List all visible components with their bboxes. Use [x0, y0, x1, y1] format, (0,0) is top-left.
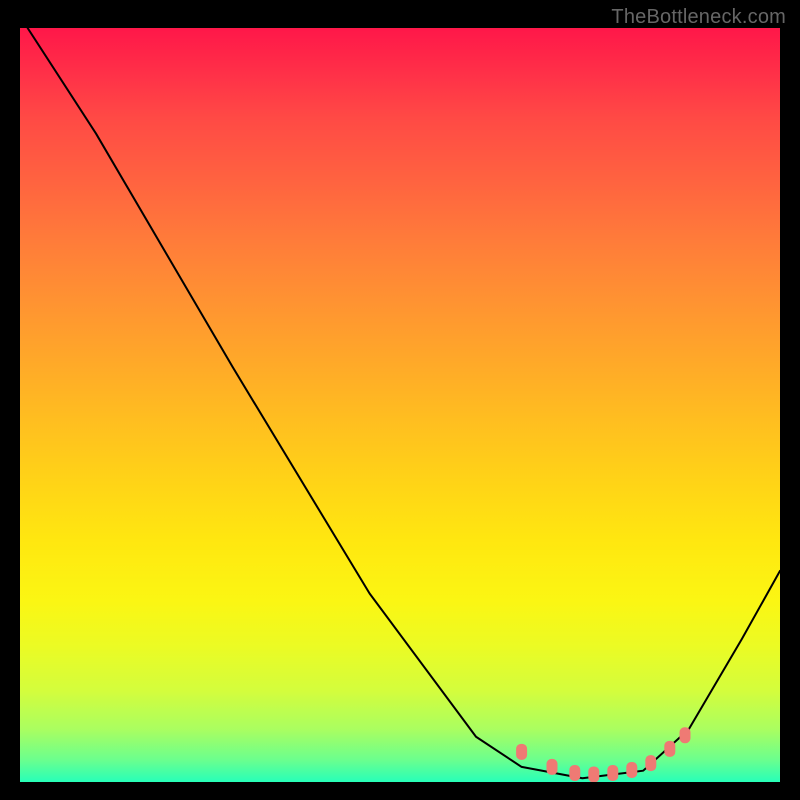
- curve-marker: [626, 762, 637, 778]
- chart-container: TheBottleneck.com: [0, 0, 800, 800]
- curve-marker: [680, 727, 691, 743]
- curve-marker: [516, 744, 527, 760]
- curve-marker: [645, 755, 656, 771]
- watermark-text: TheBottleneck.com: [611, 6, 786, 29]
- bottleneck-curve: [28, 28, 780, 778]
- curve-overlay: [20, 28, 780, 782]
- curve-marker: [569, 765, 580, 781]
- curve-marker: [547, 759, 558, 775]
- plot-area: [20, 28, 780, 782]
- curve-marker: [607, 765, 618, 781]
- curve-marker: [588, 766, 599, 782]
- curve-markers: [516, 727, 690, 782]
- curve-marker: [664, 741, 675, 757]
